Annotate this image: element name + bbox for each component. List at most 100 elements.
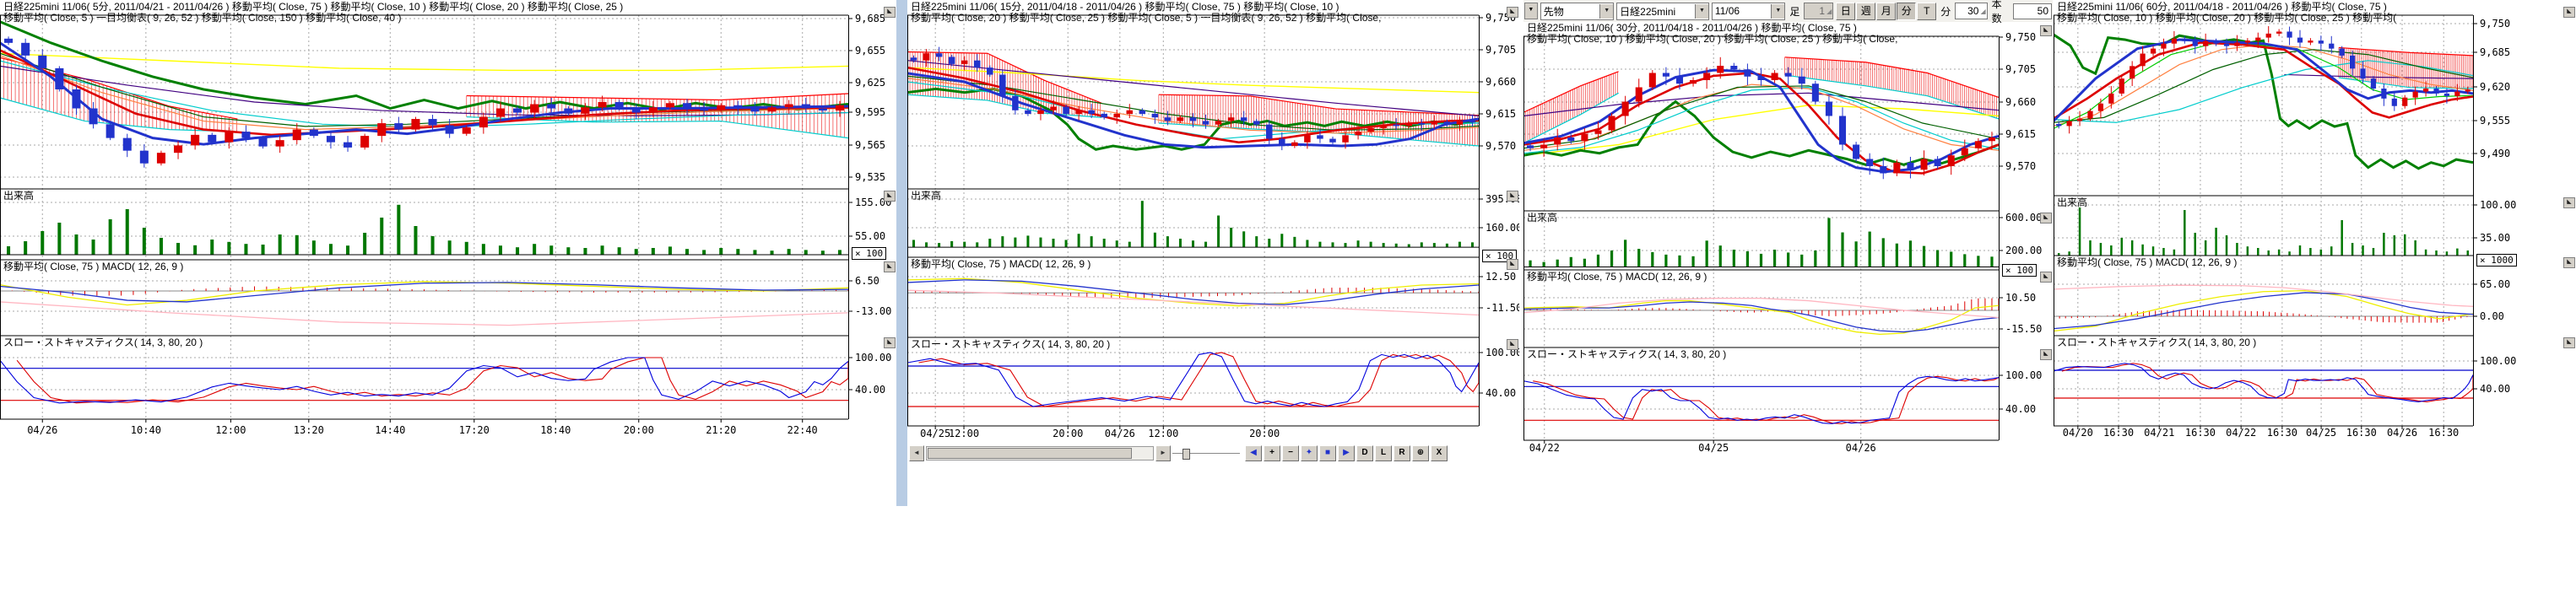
stochastics-plot xyxy=(2054,364,2473,402)
chart-panel-15min: 日経225mini 11/06( 15分, 2011/04/18 - 2011/… xyxy=(907,0,1519,506)
chart-menu-button[interactable]: ▼ xyxy=(1524,3,1538,19)
time-axis-label: 22:40 xyxy=(787,424,818,436)
collapse-section-button[interactable]: ◣ xyxy=(884,337,896,348)
axis-value-label: 600.00 xyxy=(2005,212,2042,224)
panel-separator[interactable] xyxy=(896,0,907,506)
axis-value-label: 9,570 xyxy=(2005,160,2036,172)
axis-value-label: 200.00 xyxy=(2005,245,2042,256)
axis-value-label: 40.00 xyxy=(2480,383,2510,395)
time-axis-label: 16:30 xyxy=(2103,427,2134,439)
play-button[interactable]: ▶ xyxy=(1338,445,1355,461)
collapse-section-button[interactable]: ◣ xyxy=(2040,272,2052,283)
macd-plot xyxy=(2054,285,2473,331)
zoom-slider-handle[interactable] xyxy=(1182,449,1190,460)
moving-average-line xyxy=(907,89,1479,149)
collapse-section-button[interactable]: ◣ xyxy=(2040,349,2052,360)
collapse-section-button[interactable]: ◣ xyxy=(2563,337,2575,348)
volume-label: 出来高 xyxy=(3,191,34,202)
nikkei225mini-60min-chart: 04/2016:3004/2116:3004/2216:3004/2516:30… xyxy=(2054,0,2576,506)
day-mode-button[interactable]: D xyxy=(1356,445,1373,461)
stochastics-label: スロー・ストキャスティクス( 14, 3, 80, 20 ) xyxy=(3,337,203,348)
period-button-T[interactable]: T xyxy=(1917,3,1936,20)
collapse-section-button[interactable]: ◣ xyxy=(2563,197,2575,208)
collapse-section-button[interactable]: ◣ xyxy=(884,191,896,202)
period-button-週[interactable]: 週 xyxy=(1856,3,1875,20)
axis-value-label: 9,660 xyxy=(2005,96,2036,108)
moving-average-line xyxy=(2054,61,2473,122)
time-axis-label: 13:20 xyxy=(294,424,324,436)
scroll-thumb[interactable] xyxy=(928,448,1132,459)
period-button-月[interactable]: 月 xyxy=(1876,3,1896,20)
collapse-section-button[interactable]: ◣ xyxy=(1507,7,1518,18)
moving-average-line xyxy=(2284,74,2473,78)
moving-average-line xyxy=(907,67,1479,93)
axis-value-label: -11.50 xyxy=(1486,302,1519,314)
axis-value-label: 12.50 xyxy=(1486,271,1516,283)
moving-average-line xyxy=(1523,73,1999,174)
zoom-out-button[interactable]: − xyxy=(1282,445,1299,461)
chart-title: 日経225mini 11/06( 60分, 2011/04/18 - 2011/… xyxy=(2057,2,2471,13)
nikkei225mini-15min-chart: 04/2512:0020:0004/2612:0020:009,7509,705… xyxy=(907,0,1519,506)
time-axis-label: 18:40 xyxy=(540,424,571,436)
moving-average-line xyxy=(907,67,1479,143)
moving-average-line xyxy=(1523,88,1999,154)
stochastics-label: スロー・ストキャスティクス( 14, 3, 80, 20 ) xyxy=(911,339,1110,350)
stochastics-label: スロー・ストキャスティクス( 14, 3, 80, 20 ) xyxy=(1527,349,1726,360)
time-axis-label: 04/22 xyxy=(1529,442,1560,454)
moving-average-line xyxy=(907,78,1479,133)
minute-value-input[interactable]: 30 ◢ xyxy=(1955,3,1987,19)
ichimoku-cloud xyxy=(1785,57,1999,119)
axis-value-label: 100.00 xyxy=(2480,199,2516,211)
ichimoku-cloud xyxy=(2339,47,2473,89)
scroll-left-button[interactable]: ◄ xyxy=(909,445,924,461)
collapse-section-button[interactable]: ◣ xyxy=(884,261,896,272)
ichimoku-cloud xyxy=(0,57,237,132)
fit-width-button[interactable]: ✦ xyxy=(1301,445,1318,461)
chevron-down-icon: ▼ xyxy=(1771,4,1784,19)
time-axis-label: 04/20 xyxy=(2063,427,2093,439)
symbol-select[interactable]: 日経225mini ▼ xyxy=(1616,3,1709,20)
category-select[interactable]: 先物 ▼ xyxy=(1540,3,1614,20)
collapse-section-button[interactable]: ◣ xyxy=(2040,213,2052,224)
scroll-right-button[interactable]: ► xyxy=(1155,445,1171,461)
collapse-section-button[interactable]: ◣ xyxy=(2040,25,2052,36)
bar-label: 足 xyxy=(1788,4,1801,19)
zoom-slider[interactable] xyxy=(1172,447,1240,460)
stop-button[interactable]: ■ xyxy=(1319,445,1336,461)
bar-count-label: 本数 xyxy=(1990,0,2011,25)
indicator-labels: 移動平均( Close, 10 ) 移動平均( Close, 20 ) 移動平均… xyxy=(2057,13,2471,24)
period-button-日[interactable]: 日 xyxy=(1836,3,1855,20)
collapse-section-button[interactable]: ◣ xyxy=(1507,339,1518,350)
chart-title: 日経225mini 11/06( 30分, 2011/04/18 - 2011/… xyxy=(1527,23,1997,34)
collapse-section-button[interactable]: ◣ xyxy=(1507,259,1518,270)
axis-value-label: 100.00 xyxy=(855,352,891,364)
moving-average-line xyxy=(1523,84,1999,150)
zoom-in-button[interactable]: + xyxy=(1264,445,1280,461)
moving-average-line xyxy=(1523,70,1999,172)
chart-title: 日経225mini 11/06( 15分, 2011/04/18 - 2011/… xyxy=(911,2,1477,13)
moving-average-line xyxy=(0,43,848,144)
volume-bars xyxy=(1529,218,1993,267)
collapse-section-button[interactable]: ◣ xyxy=(2563,7,2575,18)
close-button[interactable]: X xyxy=(1431,445,1448,461)
collapse-section-button[interactable]: ◣ xyxy=(2563,257,2575,268)
macd-label: 移動平均( Close, 75 ) MACD( 12, 26, 9 ) xyxy=(3,261,183,272)
indicator-labels: 移動平均( Close, 5 ) 一目均衡表( 9, 26, 52 ) 移動平均… xyxy=(3,13,847,24)
bar-count-input[interactable]: 50 xyxy=(2013,3,2052,19)
period-button-分[interactable]: 分 xyxy=(1897,3,1916,20)
axis-value-label: 9,620 xyxy=(2480,81,2510,93)
time-axis-label: 20:00 xyxy=(624,424,654,436)
ichimoku-cloud xyxy=(1159,94,1479,146)
collapse-section-button[interactable]: ◣ xyxy=(1507,191,1518,202)
line-mode-button[interactable]: L xyxy=(1375,445,1392,461)
axis-value-label: 40.00 xyxy=(2005,403,2036,415)
scroll-track[interactable] xyxy=(926,446,1154,460)
refresh-button[interactable]: R xyxy=(1394,445,1410,461)
axis-value-label: 9,490 xyxy=(2480,148,2510,159)
nav-start-button[interactable]: ◀ xyxy=(1245,445,1262,461)
contract-select[interactable]: 11/06 ▼ xyxy=(1712,3,1785,20)
chart-nav-buttons: ◀+−✦■▶DLR⊕X xyxy=(1245,445,1448,461)
magnify-button[interactable]: ⊕ xyxy=(1412,445,1429,461)
axis-value-label: 0.00 xyxy=(2480,310,2504,322)
collapse-section-button[interactable]: ◣ xyxy=(884,7,896,18)
